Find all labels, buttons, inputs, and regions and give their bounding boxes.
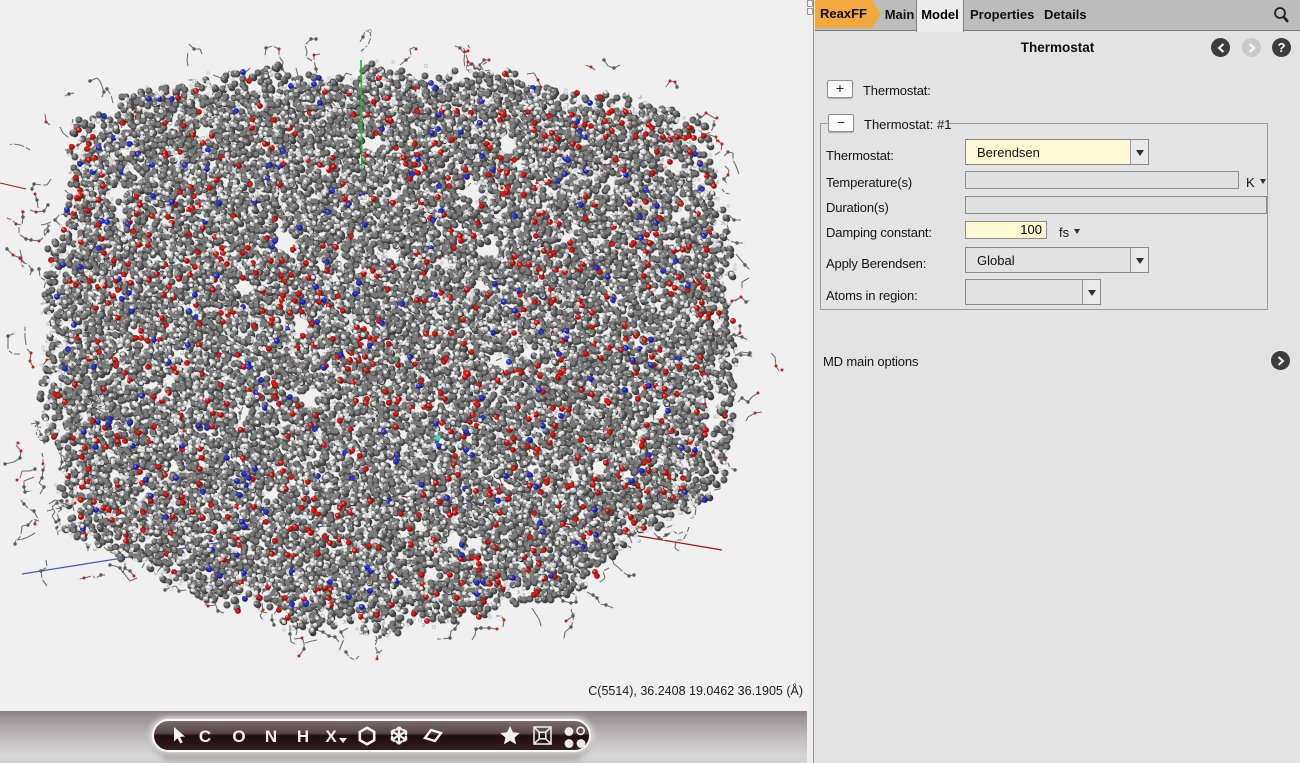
svg-text:O: O	[232, 727, 245, 746]
svg-text:C: C	[199, 727, 211, 746]
svg-text:H: H	[297, 727, 309, 746]
svg-text:N: N	[265, 727, 277, 746]
svg-text:X: X	[325, 727, 337, 746]
